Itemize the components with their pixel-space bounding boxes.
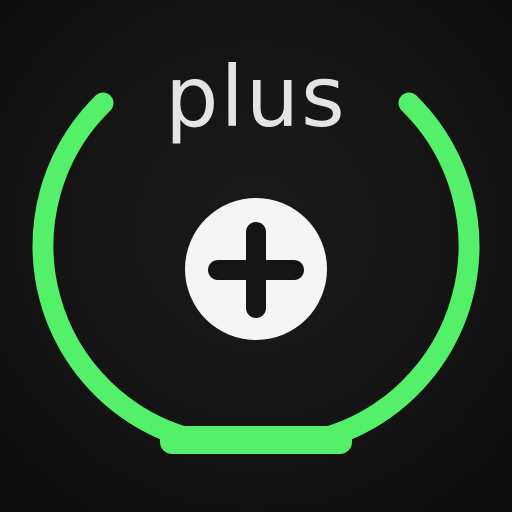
ring-base-bar [160,426,352,454]
green-ring-arc-right [306,92,480,451]
green-ring-arc [32,92,206,451]
app-icon[interactable]: plus [0,0,512,512]
app-title: plus [165,48,347,146]
plus-icon [185,198,327,340]
